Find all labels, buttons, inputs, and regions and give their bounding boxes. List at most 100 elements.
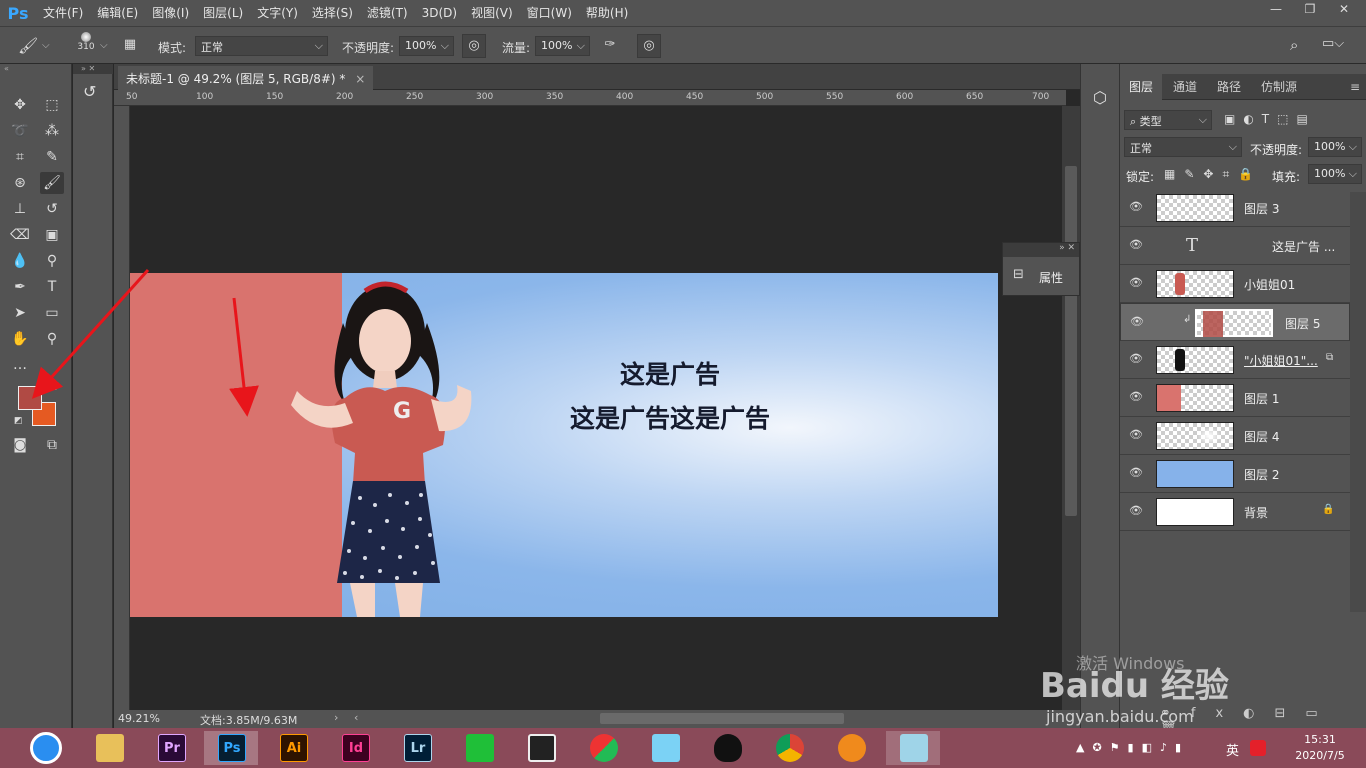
rectangle-tool-icon[interactable]: ▭ <box>40 302 64 324</box>
layer-filter-icons[interactable]: ▣◐T⬚▤ <box>1224 112 1316 126</box>
pen-tool-icon[interactable]: ✒ <box>8 276 32 298</box>
restore-icon[interactable]: ❐ <box>1296 2 1324 16</box>
tab-channels[interactable]: 通道 <box>1164 74 1206 100</box>
hand-tool-icon[interactable]: ✋ <box>8 328 32 350</box>
gradient-tool-icon[interactable]: ▣ <box>40 224 64 246</box>
blur-tool-icon[interactable]: 💧 <box>8 250 32 272</box>
video-editor-icon[interactable] <box>514 731 568 765</box>
opacity-field[interactable]: 100% ⌵ <box>399 36 454 56</box>
lock-icons[interactable]: ▦✎✥⌗🔒 <box>1164 167 1262 182</box>
search-icon[interactable]: ⌕ <box>1290 36 1298 54</box>
eraser-icon[interactable]: ⌫ <box>8 224 32 246</box>
pressure-size-icon[interactable]: ◎ <box>637 34 661 58</box>
layer-filter-select[interactable]: ⌕ 类型 ⌵ <box>1124 110 1212 130</box>
layer-row[interactable]: 👁 "小姐姐01"... ⧉ <box>1120 341 1350 379</box>
brush-preset-picker[interactable]: 310 <box>74 32 98 52</box>
document-tab[interactable]: 未标题-1 @ 49.2% (图层 5, RGB/8#) * × <box>118 66 374 90</box>
menu-file[interactable]: 文件(F) <box>36 0 90 26</box>
browser-icon[interactable] <box>576 731 630 765</box>
explorer-icon[interactable] <box>82 731 136 765</box>
more-tools-icon[interactable]: … <box>8 354 32 376</box>
collapse-icon[interactable]: « <box>4 64 9 73</box>
menu-edit[interactable]: 编辑(E) <box>90 0 145 26</box>
layers-scrollbar[interactable] <box>1350 192 1366 612</box>
move-tool-icon[interactable]: ✥ <box>8 94 32 116</box>
layer-row[interactable]: 👁 图层 3 <box>1120 189 1350 227</box>
menu-filter[interactable]: 滤镜(T) <box>360 0 415 26</box>
chevron-right-icon[interactable]: › <box>334 711 338 724</box>
quick-mask-icon[interactable]: ◙ <box>8 434 32 456</box>
lasso-tool-icon[interactable]: ➰ <box>8 120 32 142</box>
dodge-tool-icon[interactable]: ⚲ <box>40 250 64 272</box>
brush-panel-toggle-icon[interactable]: ▦ <box>118 34 142 58</box>
photoshop-taskbar-icon[interactable]: Ps <box>204 731 258 765</box>
layer-row[interactable]: 👁 图层 2 <box>1120 455 1350 493</box>
type-tool-icon[interactable]: T <box>40 276 64 298</box>
menu-window[interactable]: 窗口(W) <box>520 0 579 26</box>
eye-icon[interactable]: 👁 <box>1129 200 1143 214</box>
menu-select[interactable]: 选择(S) <box>305 0 360 26</box>
path-select-icon[interactable]: ➤ <box>8 302 32 324</box>
chevron-down-icon[interactable]: ⌵ <box>100 40 108 51</box>
sogou-icon[interactable] <box>1250 740 1266 756</box>
layer-opacity-field[interactable]: 100% ⌵ <box>1308 137 1362 157</box>
eye-icon[interactable]: 👁 <box>1130 315 1144 329</box>
minimize-icon[interactable]: — <box>1262 2 1290 16</box>
menu-help[interactable]: 帮助(H) <box>579 0 635 26</box>
clock[interactable]: 15:31 2020/7/5 <box>1290 732 1350 764</box>
layer-row-selected[interactable]: 👁 ↲ 图层 5 <box>1120 303 1350 341</box>
screen-mode-icon[interactable]: ⧉ <box>40 434 64 456</box>
foreground-color-swatch[interactable] <box>18 386 42 410</box>
zoom-level[interactable]: 49.21% <box>118 712 160 725</box>
chevron-down-icon[interactable]: ⌵ <box>42 40 50 51</box>
eye-icon[interactable]: 👁 <box>1129 276 1143 290</box>
layer-row[interactable]: 👁 背景 🔒 <box>1120 493 1350 531</box>
close-icon[interactable]: » ✕ <box>1059 243 1075 253</box>
close-icon[interactable]: ✕ <box>1330 2 1358 16</box>
premiere-icon[interactable]: Pr <box>144 731 198 765</box>
layer-row[interactable]: 👁 图层 4 <box>1120 417 1350 455</box>
healing-brush-icon[interactable]: ⊛ <box>8 172 32 194</box>
horizontal-scrollbar[interactable] <box>600 713 844 724</box>
menu-3d[interactable]: 3D(D) <box>415 0 464 26</box>
chat-app-icon[interactable] <box>638 731 692 765</box>
chrome-icon[interactable] <box>762 731 816 765</box>
system-tray-icons[interactable]: ▲✪⚑▮◧♪▮ <box>1076 741 1189 754</box>
workspace-icon[interactable]: ▭⌵ <box>1322 36 1344 51</box>
qq-icon[interactable] <box>700 731 754 765</box>
collapse-icon[interactable]: » ✕ <box>73 64 113 74</box>
menu-view[interactable]: 视图(V) <box>464 0 520 26</box>
scroll-thumb[interactable] <box>1065 166 1077 516</box>
green-app-icon[interactable] <box>452 731 506 765</box>
flow-field[interactable]: 100% ⌵ <box>535 36 590 56</box>
eye-icon[interactable]: 👁 <box>1129 390 1143 404</box>
layer-row[interactable]: 👁 T 这是广告 ... <box>1120 227 1350 265</box>
orange-app-icon[interactable] <box>824 731 878 765</box>
layer-row[interactable]: 👁 小姐姐01 <box>1120 265 1350 303</box>
start-icon[interactable] <box>30 732 62 764</box>
properties-panel[interactable]: » ✕ ⊟ 属性 <box>1002 242 1080 296</box>
mode-select[interactable]: 正常 ⌵ <box>195 36 328 56</box>
layer-row[interactable]: 👁 图层 1 <box>1120 379 1350 417</box>
vertical-scrollbar[interactable] <box>1062 106 1080 710</box>
brush-tool-icon[interactable]: 🖌 <box>40 172 64 194</box>
panel-menu-icon[interactable]: ≡ <box>1350 80 1360 94</box>
banner-canvas[interactable]: G 这是广告 这是广告这是广告 <box>130 273 998 617</box>
properties-titlebar[interactable]: » ✕ <box>1003 243 1079 257</box>
fill-field[interactable]: 100% ⌵ <box>1308 164 1362 184</box>
menu-image[interactable]: 图像(I) <box>145 0 196 26</box>
eye-icon[interactable]: 👁 <box>1129 352 1143 366</box>
eye-icon[interactable]: 👁 <box>1129 466 1143 480</box>
marquee-tool-icon[interactable]: ⬚ <box>40 94 64 116</box>
clone-stamp-icon[interactable]: ⊥ <box>8 198 32 220</box>
chevron-left-icon[interactable]: ‹ <box>354 711 358 724</box>
blend-mode-select[interactable]: 正常 ⌵ <box>1124 137 1242 157</box>
eye-icon[interactable]: 👁 <box>1129 504 1143 518</box>
illustrator-icon[interactable]: Ai <box>266 731 320 765</box>
lightroom-icon[interactable]: Lr <box>390 731 444 765</box>
airbrush-icon[interactable]: ✑ <box>598 34 622 58</box>
zoom-tool-icon[interactable]: ⚲ <box>40 328 64 350</box>
eyedropper-icon[interactable]: ✎ <box>40 146 64 168</box>
tab-layers[interactable]: 图层 <box>1120 74 1163 100</box>
tab-paths[interactable]: 路径 <box>1208 74 1250 100</box>
